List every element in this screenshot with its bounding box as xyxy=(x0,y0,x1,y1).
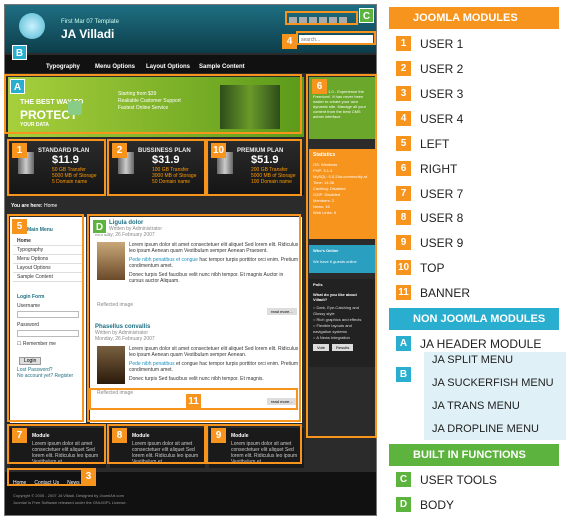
legend-sub-suckerfish: JA SUCKERFISH MENU xyxy=(432,377,554,389)
tag-4: 4 xyxy=(282,34,297,49)
legend-item-user9: 9 USER 9 xyxy=(396,233,463,251)
legend-number: 1 xyxy=(396,36,411,52)
legend-item-user-tools: C USER TOOLS xyxy=(396,470,497,488)
legend-number-b: B xyxy=(396,367,411,382)
legend-item-left: 5 LEFT xyxy=(396,134,449,152)
legend-label: USER 1 xyxy=(420,36,464,51)
legend-item-user8: 8 USER 8 xyxy=(396,208,463,226)
legend-label: USER 9 xyxy=(420,235,464,250)
legend-sub-dropline: JA DROPLINE MENU xyxy=(432,423,539,435)
tag-10: 10 xyxy=(211,143,226,158)
tag-2: 2 xyxy=(112,143,127,158)
tag-11: 11 xyxy=(186,394,201,409)
legend-number: C xyxy=(396,472,411,488)
footer-copyright: Copyright © 2005 - 2007 JA Villadi. Desi… xyxy=(13,493,124,498)
legend-label: BANNER xyxy=(420,285,471,300)
tag-9: 9 xyxy=(211,428,226,443)
brand-tagline: First Mar 07 Template xyxy=(61,19,119,25)
legend-item-user7: 7 USER 7 xyxy=(396,184,463,202)
tag-1: 1 xyxy=(12,143,27,158)
legend-item-ja-header: A JA HEADER MODULE xyxy=(396,334,541,352)
tag-a: A xyxy=(10,79,25,94)
nav-item-typography[interactable]: Typography xyxy=(46,64,80,70)
legend-item-user2: 2 USER 2 xyxy=(396,59,463,77)
footer-license: Joomla! is Free Software released under … xyxy=(13,500,127,505)
legend-label: LEFT xyxy=(420,136,450,151)
outline-left xyxy=(7,214,84,422)
legend-item-right: 6 RIGHT xyxy=(396,159,457,177)
legend-number: 4 xyxy=(396,111,411,127)
legend-label: USER 7 xyxy=(420,186,464,201)
legend-sub-split: JA SPLIT MENU xyxy=(432,354,514,366)
outline-header xyxy=(4,74,302,134)
legend-item-user3: 3 USER 3 xyxy=(396,84,463,102)
legend-header-joomla: JOOMLA MODULES xyxy=(389,7,559,29)
legend-label: BODY xyxy=(420,497,455,512)
legend-number: 3 xyxy=(396,86,411,102)
legend-label: USER TOOLS xyxy=(420,472,497,487)
outline-right xyxy=(306,74,377,438)
tag-d: D xyxy=(92,219,107,234)
legend-label: RIGHT xyxy=(420,161,458,176)
legend-number: 9 xyxy=(396,235,411,251)
tag-c: C xyxy=(359,8,374,23)
legend-number: 5 xyxy=(396,136,411,152)
legend-number: D xyxy=(396,497,411,513)
breadcrumb-home[interactable]: Home xyxy=(44,203,57,209)
legend-number: 10 xyxy=(396,260,411,276)
nav-item-sample-content[interactable]: Sample Content xyxy=(199,64,245,70)
tag-6: 6 xyxy=(312,79,327,94)
tag-b: B xyxy=(12,45,27,60)
legend-label: JA HEADER MODULE xyxy=(420,336,542,351)
legend-label: TOP xyxy=(420,260,445,275)
legend-number: 8 xyxy=(396,210,411,226)
outline-user-tools xyxy=(285,11,358,25)
legend-label: USER 8 xyxy=(420,210,464,225)
legend-item-body: D BODY xyxy=(396,495,454,513)
legend-header-built-in: BUILT IN FUNCTIONS xyxy=(389,444,559,466)
breadcrumb: You are here: Home xyxy=(11,203,57,209)
breadcrumb-label: You are here: xyxy=(11,203,43,209)
tag-5: 5 xyxy=(12,219,27,234)
legend-item-banner: 11 BANNER xyxy=(396,283,470,301)
legend-sub-trans: JA TRANS MENU xyxy=(432,400,520,412)
legend-item-user1: 1 USER 1 xyxy=(396,34,463,52)
logo-icon xyxy=(19,13,45,39)
legend-number: 2 xyxy=(396,61,411,77)
legend-label: USER 3 xyxy=(420,86,464,101)
legend-item-user4: 4 USER 4 xyxy=(396,109,463,127)
nav-item-layout-options[interactable]: Layout Options xyxy=(146,64,190,70)
legend-label: USER 2 xyxy=(420,61,464,76)
legend-item-top: 10 TOP xyxy=(396,258,444,276)
legend-header-non-joomla: NON JOOMLA MODULES xyxy=(389,308,559,330)
tag-8: 8 xyxy=(112,428,127,443)
legend-number: 7 xyxy=(396,186,411,202)
legend-label: USER 4 xyxy=(420,111,464,126)
legend-number: 6 xyxy=(396,161,411,177)
brand-name: JA Villadi xyxy=(61,27,115,41)
legend-number: A xyxy=(396,336,411,352)
nav-item-menu-options[interactable]: Menu Options xyxy=(95,64,135,70)
outline-search xyxy=(296,31,376,45)
legend-number: 11 xyxy=(396,285,411,301)
tag-7: 7 xyxy=(12,428,27,443)
tag-3: 3 xyxy=(81,469,96,484)
